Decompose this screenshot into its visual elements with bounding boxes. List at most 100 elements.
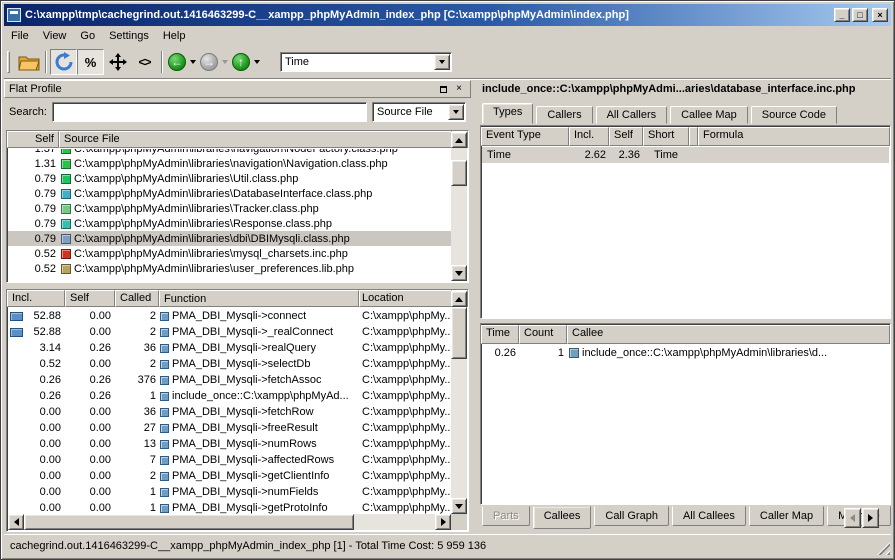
column-header-location[interactable]: Location <box>359 290 452 307</box>
dock-title-bar[interactable]: Flat Profile × <box>4 80 471 98</box>
column-header-self[interactable]: Self <box>65 290 115 307</box>
dock-close-button[interactable]: × <box>452 83 466 96</box>
tab-scroll-left-button[interactable] <box>844 508 861 528</box>
tab-source-code[interactable]: Source Code <box>751 106 837 124</box>
table-row[interactable]: 0.000.007PMA_DBI_Mysqli->affectedRowsC:\… <box>8 452 451 468</box>
maximize-button[interactable]: □ <box>852 8 868 22</box>
column-header-self[interactable]: Self <box>609 127 643 146</box>
tab-caller-map[interactable]: Caller Map <box>749 506 824 526</box>
title-bar[interactable]: C:\xampp\tmp\cachegrind.out.1416463299-C… <box>4 4 891 26</box>
scroll-down-button[interactable] <box>451 498 467 514</box>
event-type-combobox[interactable]: Time <box>280 52 452 72</box>
column-header-formula[interactable]: Formula <box>698 127 890 146</box>
close-button[interactable]: × <box>872 8 888 22</box>
tab-types[interactable]: Types <box>482 103 533 124</box>
combo-dropdown-button[interactable] <box>448 104 464 120</box>
table-row[interactable]: 0.79C:\xampp\phpMyAdmin\libraries\Databa… <box>8 186 451 201</box>
self-cost-cell: 0.79 <box>8 173 60 185</box>
table-row[interactable]: 0.000.0027PMA_DBI_Mysqli->freeResultC:\x… <box>8 420 451 436</box>
back-dropdown-icon[interactable] <box>190 60 196 64</box>
expand-depth-button[interactable]: <> <box>131 49 158 75</box>
relative-percent-button[interactable]: % <box>77 49 104 75</box>
tab-callee-map[interactable]: Callee Map <box>670 106 748 124</box>
tab-scroll-right-button[interactable] <box>862 508 879 528</box>
table-row[interactable]: 0.79C:\xampp\phpMyAdmin\libraries\dbi\DB… <box>8 231 451 246</box>
menu-settings[interactable]: Settings <box>102 28 156 44</box>
tab-all-callers[interactable]: All Callers <box>596 106 668 124</box>
scroll-left-button[interactable] <box>8 514 24 530</box>
table-row[interactable]: 0.000.002PMA_DBI_Mysqli->getClientInfoC:… <box>8 468 451 484</box>
toolbar-separator <box>161 51 163 73</box>
source-list-scrollbar[interactable] <box>451 132 467 281</box>
table-row[interactable]: Time 2.62 2.36 Time <box>482 147 889 163</box>
tab-callers[interactable]: Callers <box>536 106 592 124</box>
self-cost-cell: 0.00 <box>66 438 116 450</box>
table-row[interactable]: 1.31C:\xampp\phpMyAdmin\libraries\naviga… <box>8 156 451 171</box>
table-row[interactable]: 0.79C:\xampp\phpMyAdmin\libraries\Respon… <box>8 216 451 231</box>
incl-value: 0.00 <box>8 422 66 434</box>
cost-bar-icon <box>10 328 23 337</box>
back-button[interactable]: ← <box>166 49 198 75</box>
column-header-incl[interactable]: Incl. <box>569 127 609 146</box>
scroll-up-button[interactable] <box>451 132 467 148</box>
table-row[interactable]: 52.880.002PMA_DBI_Mysqli->connectC:\xamp… <box>8 308 451 324</box>
table-row[interactable]: 0.52C:\xampp\phpMyAdmin\libraries\user_p… <box>8 261 451 276</box>
combo-dropdown-button[interactable] <box>434 54 450 70</box>
scroll-right-button[interactable] <box>435 514 451 530</box>
toolbar-grip[interactable] <box>7 51 10 73</box>
scroll-down-button[interactable] <box>451 265 467 281</box>
forward-button[interactable]: → <box>198 49 230 75</box>
cycle-detection-button[interactable] <box>50 49 77 75</box>
column-header-time[interactable]: Time <box>481 325 519 344</box>
minimize-button[interactable]: _ <box>834 8 850 22</box>
table-row[interactable]: 1.37C:\xampp\phpMyAdmin\libraries\naviga… <box>8 149 451 156</box>
column-header-count[interactable]: Count <box>519 325 567 344</box>
table-row[interactable]: 0.000.0013PMA_DBI_Mysqli->numRowsC:\xamp… <box>8 436 451 452</box>
table-row[interactable]: 52.880.002PMA_DBI_Mysqli->_realConnectC:… <box>8 324 451 340</box>
scrollbar-thumb[interactable] <box>24 514 354 530</box>
function-list-vscrollbar[interactable] <box>451 291 467 514</box>
search-input[interactable] <box>52 102 367 122</box>
column-header-event-type[interactable]: Event Type <box>481 127 569 146</box>
scroll-up-button[interactable] <box>451 291 467 307</box>
table-row[interactable]: 0.79C:\xampp\phpMyAdmin\libraries\Util.c… <box>8 171 451 186</box>
scrollbar-thumb[interactable] <box>451 307 467 359</box>
float-icon <box>440 86 447 93</box>
column-header-incl[interactable]: Incl. <box>7 290 65 307</box>
tab-all-callees[interactable]: All Callees <box>672 506 746 526</box>
vertical-splitter[interactable] <box>471 80 478 532</box>
function-list-hscrollbar[interactable] <box>8 514 451 530</box>
function-icon <box>160 440 169 449</box>
up-dropdown-icon[interactable] <box>254 60 260 64</box>
dock-float-button[interactable] <box>436 83 450 96</box>
dock-layout-button[interactable] <box>104 49 131 75</box>
table-row[interactable]: 0.000.0036PMA_DBI_Mysqli->fetchRowC:\xam… <box>8 404 451 420</box>
column-header-called[interactable]: Called <box>115 290 159 307</box>
menu-go[interactable]: Go <box>73 28 102 44</box>
table-row[interactable]: 0.260.26376PMA_DBI_Mysqli->fetchAssocC:\… <box>8 372 451 388</box>
table-row[interactable]: 0.261include_once::C:\xampp\phpMyAdmin\l… <box>482 345 889 361</box>
menu-file[interactable]: File <box>4 28 36 44</box>
table-row[interactable]: 3.140.2636PMA_DBI_Mysqli->realQueryC:\xa… <box>8 340 451 356</box>
column-header-function[interactable]: Function <box>159 290 359 307</box>
column-header-callee[interactable]: Callee <box>567 325 890 344</box>
table-row[interactable]: 0.000.001PMA_DBI_Mysqli->numFieldsC:\xam… <box>8 484 451 500</box>
scrollbar-thumb[interactable] <box>451 160 467 186</box>
tab-callees[interactable]: Callees <box>533 506 592 529</box>
table-row[interactable]: 0.260.261include_once::C:\xampp\phpMyAd.… <box>8 388 451 404</box>
column-header-short[interactable]: Short <box>643 127 689 146</box>
table-row[interactable]: 0.52C:\xampp\phpMyAdmin\libraries\mysql_… <box>8 246 451 261</box>
function-name: PMA_DBI_Mysqli->selectDb <box>172 358 310 370</box>
open-file-button[interactable] <box>15 49 42 75</box>
menu-help[interactable]: Help <box>156 28 193 44</box>
grouping-combobox[interactable]: Source File <box>372 102 466 122</box>
table-row[interactable]: 0.520.002PMA_DBI_Mysqli->selectDbC:\xamp… <box>8 356 451 372</box>
column-header-source-file[interactable]: Source File <box>59 131 452 148</box>
self-cost-cell: 0.00 <box>66 406 116 418</box>
table-row[interactable]: 0.000.001PMA_DBI_Mysqli->getProtoInfoC:\… <box>8 500 451 514</box>
up-button[interactable]: ↑ <box>230 49 262 75</box>
tab-call-graph[interactable]: Call Graph <box>594 506 669 526</box>
column-header-self[interactable]: Self <box>7 131 59 148</box>
table-row[interactable]: 0.79C:\xampp\phpMyAdmin\libraries\Tracke… <box>8 201 451 216</box>
menu-view[interactable]: View <box>36 28 74 44</box>
